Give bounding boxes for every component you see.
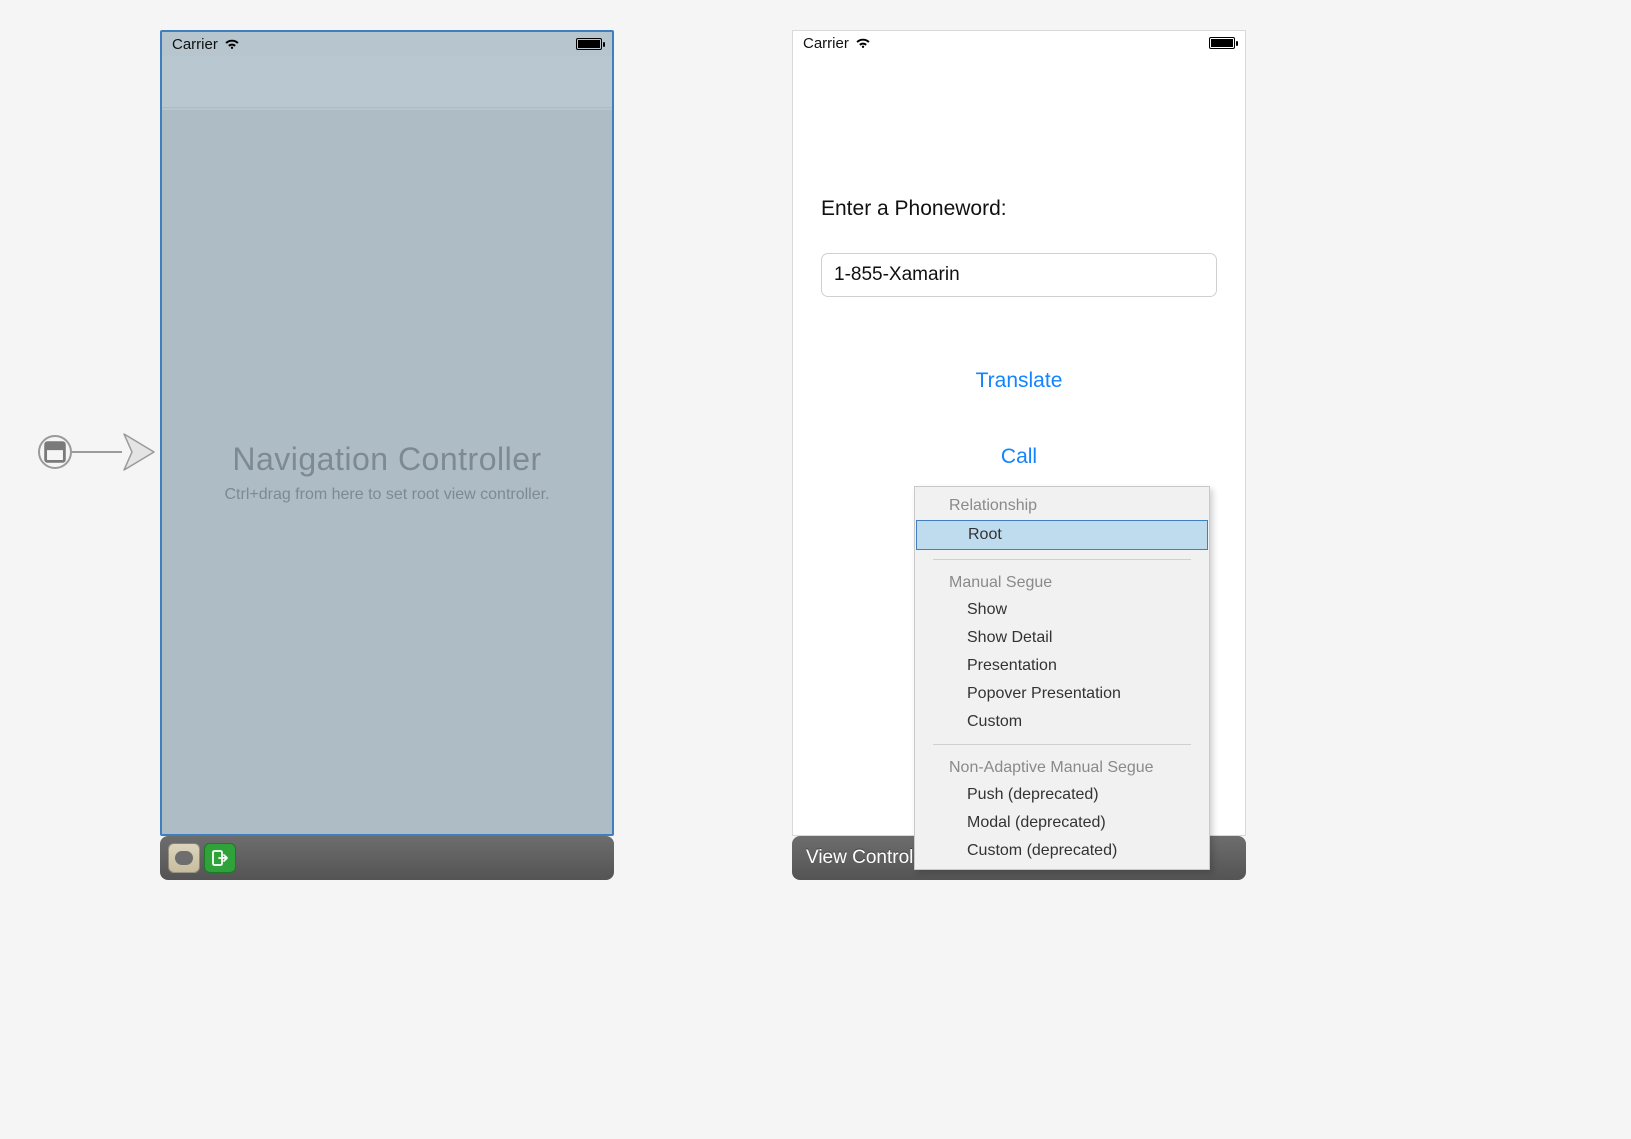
carrier-label: Carrier	[803, 35, 849, 52]
segue-option-show-detail[interactable]: Show Detail	[915, 624, 1209, 652]
battery-icon	[1209, 37, 1235, 49]
storyboard-entry-point[interactable]	[38, 430, 158, 474]
carrier-label: Carrier	[172, 36, 218, 53]
divider	[933, 744, 1191, 745]
navigation-controller-subtitle: Ctrl+drag from here to set root view con…	[224, 486, 549, 504]
navigation-controller-scene[interactable]: Carrier Navigation Controller Ctrl+drag …	[160, 30, 614, 880]
segue-option-push-deprecated[interactable]: Push (deprecated)	[915, 781, 1209, 809]
segue-option-popover-presentation[interactable]: Popover Presentation	[915, 680, 1209, 708]
phoneword-label: Enter a Phoneword:	[821, 197, 1217, 221]
segue-option-modal-deprecated[interactable]: Modal (deprecated)	[915, 809, 1209, 837]
wifi-icon	[224, 38, 240, 50]
segue-option-presentation[interactable]: Presentation	[915, 652, 1209, 680]
status-bar: Carrier	[162, 32, 612, 56]
navigation-controller-title: Navigation Controller	[232, 441, 541, 478]
segue-option-root[interactable]: Root	[916, 520, 1208, 550]
entry-point-icon	[38, 435, 72, 469]
segue-section-header-manual: Manual Segue	[915, 568, 1209, 596]
segue-option-custom-deprecated[interactable]: Custom (deprecated)	[915, 837, 1209, 865]
divider	[933, 559, 1191, 560]
call-button[interactable]: Call	[1001, 445, 1037, 469]
battery-icon	[576, 38, 602, 50]
segue-option-show[interactable]: Show	[915, 596, 1209, 624]
first-responder-button[interactable]	[168, 843, 200, 873]
status-bar: Carrier	[793, 31, 1245, 55]
entry-point-arrowhead	[122, 432, 158, 472]
phoneword-textfield[interactable]	[821, 253, 1217, 297]
segue-section-header-relationship: Relationship	[915, 491, 1209, 519]
scene-dock	[160, 836, 614, 880]
entry-point-shaft	[72, 451, 122, 453]
navigation-controller-canvas[interactable]: Carrier Navigation Controller Ctrl+drag …	[160, 30, 614, 836]
segue-option-custom[interactable]: Custom	[915, 708, 1209, 736]
wifi-icon	[855, 37, 871, 49]
navigation-controller-body: Navigation Controller Ctrl+drag from her…	[162, 110, 612, 834]
segue-section-header-nonadaptive: Non-Adaptive Manual Segue	[915, 753, 1209, 781]
translate-button[interactable]: Translate	[976, 369, 1063, 393]
navigation-bar	[162, 56, 612, 108]
segue-selection-popup: Relationship Root Manual Segue Show Show…	[914, 486, 1210, 870]
exit-button[interactable]	[204, 843, 236, 873]
